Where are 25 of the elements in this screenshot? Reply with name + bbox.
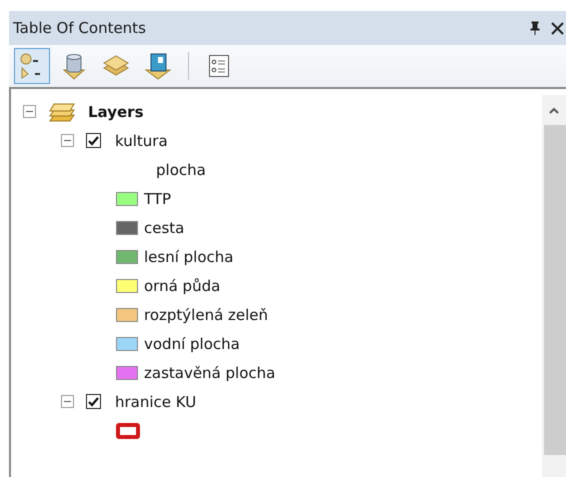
layers-icon — [48, 100, 76, 122]
close-icon[interactable] — [551, 22, 564, 34]
legend-label: TTP — [144, 190, 172, 208]
legend-label: vodní plocha — [144, 334, 240, 352]
panel-title: Table Of Contents — [13, 19, 147, 37]
options-icon — [208, 54, 230, 78]
scroll-up-icon[interactable] — [549, 106, 559, 114]
collapse-toggle[interactable] — [23, 105, 36, 118]
database-icon — [62, 52, 86, 80]
legend-heading: plocha — [156, 160, 206, 178]
layer-checkbox[interactable] — [86, 133, 101, 148]
legend-label: orná půda — [144, 276, 220, 294]
scrollbar-thumb[interactable] — [544, 125, 566, 455]
collapse-toggle[interactable] — [61, 395, 74, 408]
layer-selection-icon — [144, 52, 172, 80]
pin-icon[interactable] — [529, 21, 541, 35]
layer-group-name: Layers — [88, 102, 144, 120]
legend-label: lesní plocha — [144, 248, 234, 266]
layer-name: kultura — [115, 132, 168, 150]
layer-checkbox[interactable] — [86, 394, 101, 409]
legend-label: zastavěná plocha — [144, 364, 276, 382]
legend-label: rozptýlená zeleň — [144, 306, 268, 324]
legend-label: cesta — [144, 218, 184, 236]
layer-name: hranice KU — [115, 392, 196, 410]
collapse-toggle[interactable] — [61, 134, 74, 147]
